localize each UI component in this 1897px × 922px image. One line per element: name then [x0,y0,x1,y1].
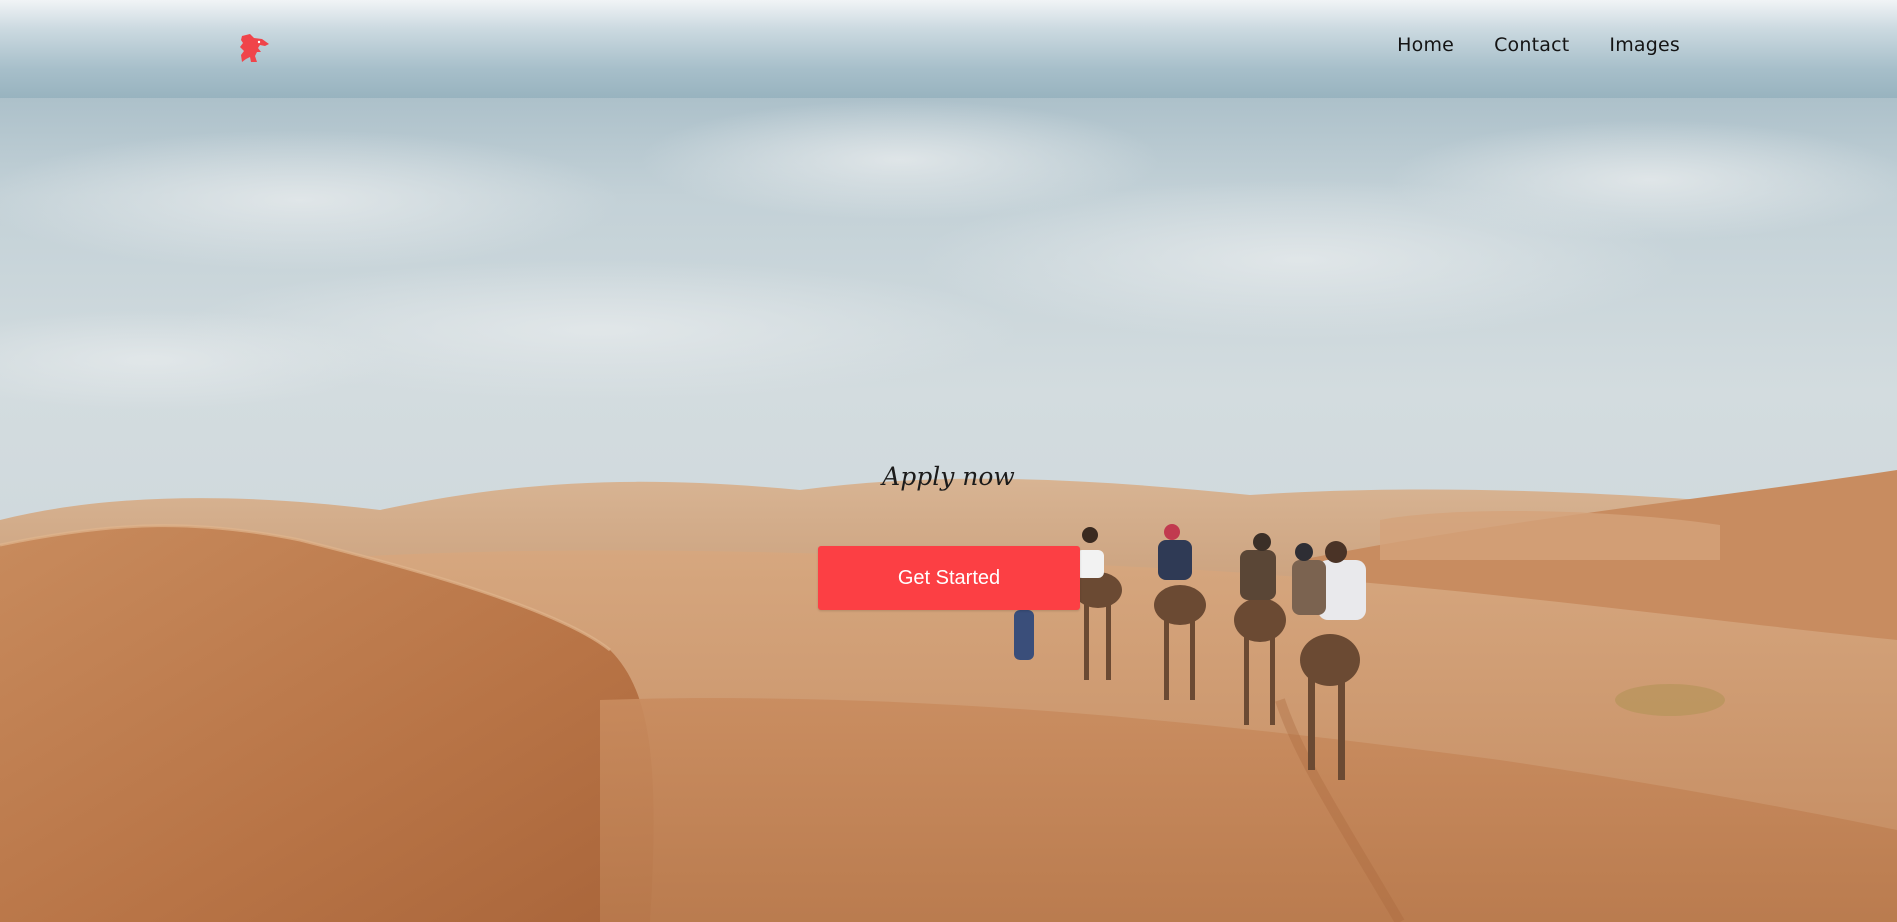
nav-link-home[interactable]: Home [1397,34,1454,56]
dragon-logo-icon[interactable] [238,33,270,63]
hero-background-image [0,0,1897,922]
get-started-button[interactable]: Get Started [818,546,1080,610]
nav-link-images[interactable]: Images [1609,34,1680,56]
main-nav: Home Contact Images [1397,34,1680,56]
landing-page: Home Contact Images Apply now Get Starte… [0,0,1897,922]
nav-link-contact[interactable]: Contact [1494,34,1569,56]
hero-title: Apply now [882,462,1015,491]
site-header: Home Contact Images [0,0,1897,98]
